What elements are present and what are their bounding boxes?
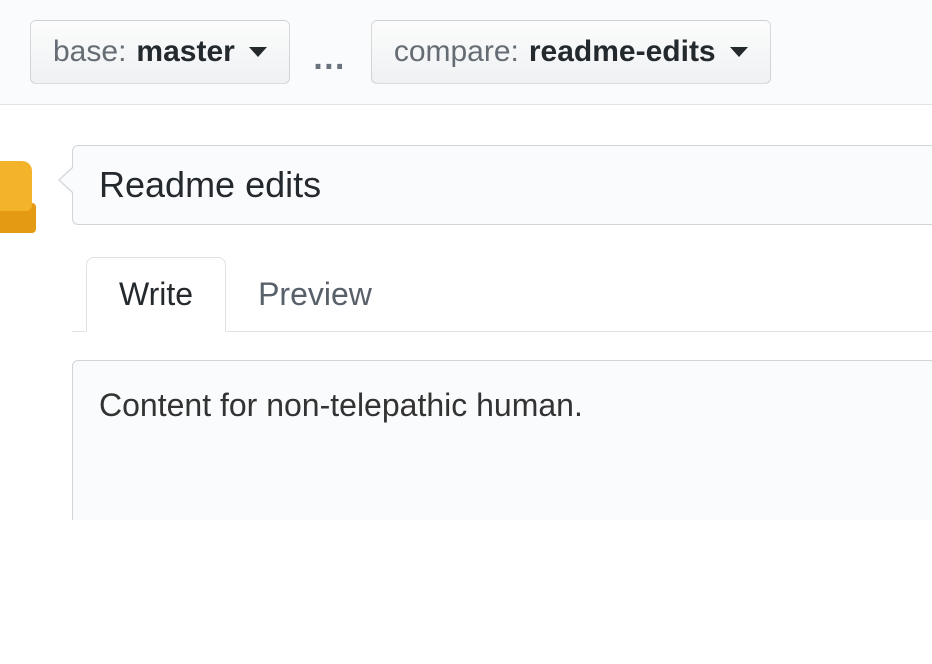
caret-down-icon xyxy=(730,47,748,57)
pull-request-form: OT Write Preview xyxy=(0,145,932,525)
base-branch-value: master xyxy=(136,35,234,69)
base-label: base xyxy=(53,35,118,69)
pr-title-input[interactable] xyxy=(72,145,932,225)
tab-preview[interactable]: Preview xyxy=(226,258,404,331)
compare-branch-selector[interactable]: compare: readme-edits xyxy=(371,20,771,84)
comment-tabs: Write Preview xyxy=(72,257,932,332)
caret-down-icon xyxy=(249,47,267,57)
compare-branch-value: readme-edits xyxy=(529,35,716,69)
ellipsis-icon: … xyxy=(312,41,349,75)
speech-bubble-pointer-icon xyxy=(58,167,72,193)
base-branch-selector[interactable]: base: master xyxy=(30,20,290,84)
compare-label: compare xyxy=(394,35,511,69)
pr-body-textarea[interactable] xyxy=(72,360,932,520)
compare-branch-bar: base: master … compare: readme-edits xyxy=(0,0,932,105)
tab-write[interactable]: Write xyxy=(86,257,226,332)
avatar: OT xyxy=(0,161,32,239)
